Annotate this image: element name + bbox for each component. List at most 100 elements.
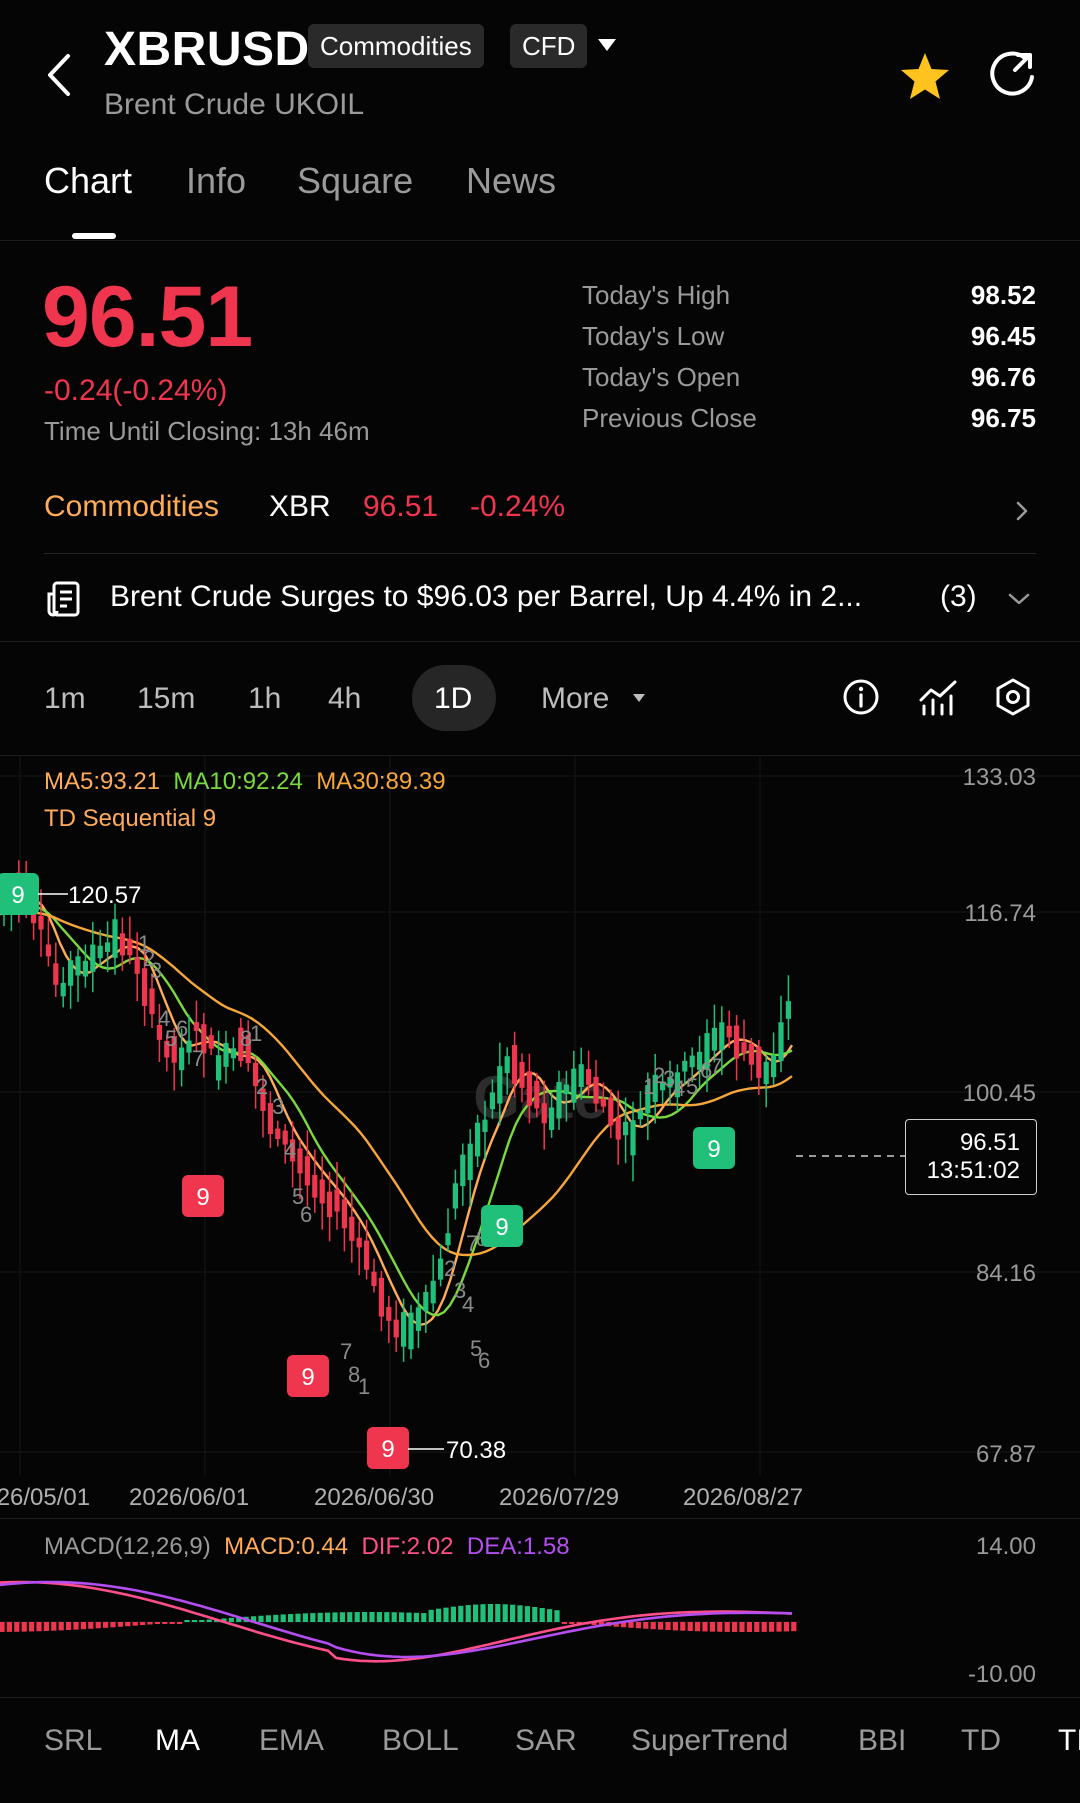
closing-label: Time Until Closing: — [44, 416, 262, 446]
low-marker-label: 70.38 — [446, 1437, 506, 1464]
tab-news[interactable]: News — [466, 160, 556, 202]
indicator-srl[interactable]: SRL — [44, 1724, 102, 1758]
macd-bar — [680, 1622, 686, 1631]
share-icon[interactable] — [988, 50, 1038, 100]
contract-type-tag[interactable]: CFD — [510, 24, 588, 68]
macd-bar — [746, 1622, 752, 1632]
macd-bar — [783, 1622, 789, 1632]
indicator-chart-icon[interactable] — [918, 678, 958, 716]
timeframe-1h[interactable]: 1h — [248, 682, 281, 716]
candle-body — [608, 1097, 614, 1126]
macd-bar — [332, 1612, 338, 1622]
ma5-value: MA5:93.21 — [44, 768, 161, 795]
candle-body — [682, 1060, 688, 1072]
divider — [0, 1518, 1080, 1519]
macd-y-label: 14.00 — [975, 1533, 1036, 1560]
candle-body — [756, 1046, 762, 1078]
candle-body — [763, 1061, 769, 1084]
market-category-link[interactable]: Commodities — [44, 490, 219, 524]
info-icon[interactable] — [842, 678, 880, 716]
candle-body — [689, 1055, 695, 1068]
indicator-sar[interactable]: SAR — [515, 1724, 577, 1758]
candle-body — [82, 960, 88, 977]
candle-body — [53, 963, 59, 985]
macd-histogram — [0, 1604, 797, 1632]
dea-value: DEA:1.58 — [466, 1533, 570, 1560]
macd-chart[interactable] — [0, 1560, 1080, 1690]
macd-bar — [436, 1608, 442, 1622]
candle-body — [349, 1216, 355, 1241]
indicator-supertrend[interactable]: SuperTrend — [631, 1724, 788, 1758]
indicator-boll[interactable]: BOLL — [382, 1724, 459, 1758]
last-price-tag: 96.51 13:51:02 — [905, 1119, 1037, 1195]
macd-bar — [132, 1622, 138, 1626]
indicator-ti[interactable]: TI — [1058, 1724, 1080, 1758]
favorite-star-icon[interactable] — [898, 50, 952, 104]
candle-body — [297, 1148, 303, 1174]
caret-down-icon[interactable] — [632, 692, 646, 704]
macd-bar — [532, 1607, 538, 1622]
last-price-tag-time: 13:51:02 — [926, 1157, 1020, 1184]
chevron-right-icon[interactable] — [1012, 498, 1032, 524]
td-count-digit: 2 — [256, 1074, 268, 1099]
ma30-value: MA30:89.39 — [316, 768, 446, 795]
candle-body — [578, 1064, 584, 1087]
chevron-down-icon[interactable] — [1006, 590, 1032, 608]
x-axis-label: 2026/06/30 — [314, 1484, 435, 1511]
timeframe-15m[interactable]: 15m — [137, 682, 195, 716]
macd-bar — [776, 1622, 782, 1632]
macd-bar — [14, 1622, 20, 1632]
y-axis-label: 84.16 — [975, 1260, 1036, 1287]
closing-value: 13h 46m — [268, 416, 370, 446]
indicator-td[interactable]: TD — [961, 1724, 1001, 1758]
candle-body — [467, 1143, 473, 1181]
back-arrow-icon[interactable] — [40, 50, 80, 100]
macd-bar — [421, 1613, 427, 1622]
macd-bar — [628, 1622, 634, 1628]
candle-body — [304, 1156, 310, 1186]
indicator-ma[interactable]: MA — [155, 1724, 200, 1758]
x-axis-label: 2026/05/01 — [0, 1484, 91, 1511]
stat-label-low: Today's Low — [582, 321, 725, 351]
candle-body — [127, 938, 133, 956]
candle-body — [223, 1043, 229, 1067]
candle-body — [586, 1069, 592, 1085]
macd-bar — [487, 1604, 493, 1622]
macd-bar — [21, 1622, 27, 1632]
macd-value: MACD:0.44 — [224, 1533, 349, 1560]
macd-bar — [495, 1604, 501, 1622]
macd-bar — [687, 1622, 693, 1631]
macd-bar — [391, 1612, 397, 1622]
macd-bar — [672, 1622, 678, 1631]
instrument-name: Brent Crude UKOIL — [104, 88, 365, 121]
indicator-ema[interactable]: EMA — [259, 1724, 324, 1758]
stat-value-open: 96.76 — [970, 362, 1036, 392]
macd-bar — [73, 1622, 79, 1630]
macd-bar — [754, 1622, 760, 1632]
td-nine-badge-label: 9 — [707, 1136, 720, 1163]
timeframe-1d[interactable]: 1D — [434, 682, 472, 716]
timeframe-1m[interactable]: 1m — [44, 682, 86, 716]
timeframe-more[interactable]: More — [541, 682, 609, 716]
macd-bar — [103, 1622, 109, 1628]
indicator-bbi[interactable]: BBI — [858, 1724, 906, 1758]
macd-bar — [539, 1608, 545, 1622]
timeframe-4h[interactable]: 4h — [328, 682, 361, 716]
news-headline[interactable]: Brent Crude Surges to $96.03 per Barrel,… — [110, 580, 862, 614]
tab-chart[interactable]: Chart — [44, 160, 132, 202]
candle-body — [312, 1174, 318, 1198]
macd-bar — [302, 1613, 308, 1622]
stat-label-prev-close: Previous Close — [582, 403, 757, 433]
settings-icon[interactable] — [994, 678, 1032, 716]
macd-bar — [88, 1622, 94, 1629]
candle-body — [600, 1098, 606, 1107]
tab-square[interactable]: Square — [297, 160, 413, 202]
tab-info[interactable]: Info — [186, 160, 246, 202]
candle-body — [112, 919, 118, 958]
caret-down-icon[interactable] — [596, 36, 618, 54]
candle-body — [497, 1066, 503, 1104]
candle-body — [541, 1103, 547, 1124]
candle-body — [445, 1233, 451, 1246]
candle-body — [452, 1183, 458, 1209]
macd-bar — [228, 1617, 234, 1622]
